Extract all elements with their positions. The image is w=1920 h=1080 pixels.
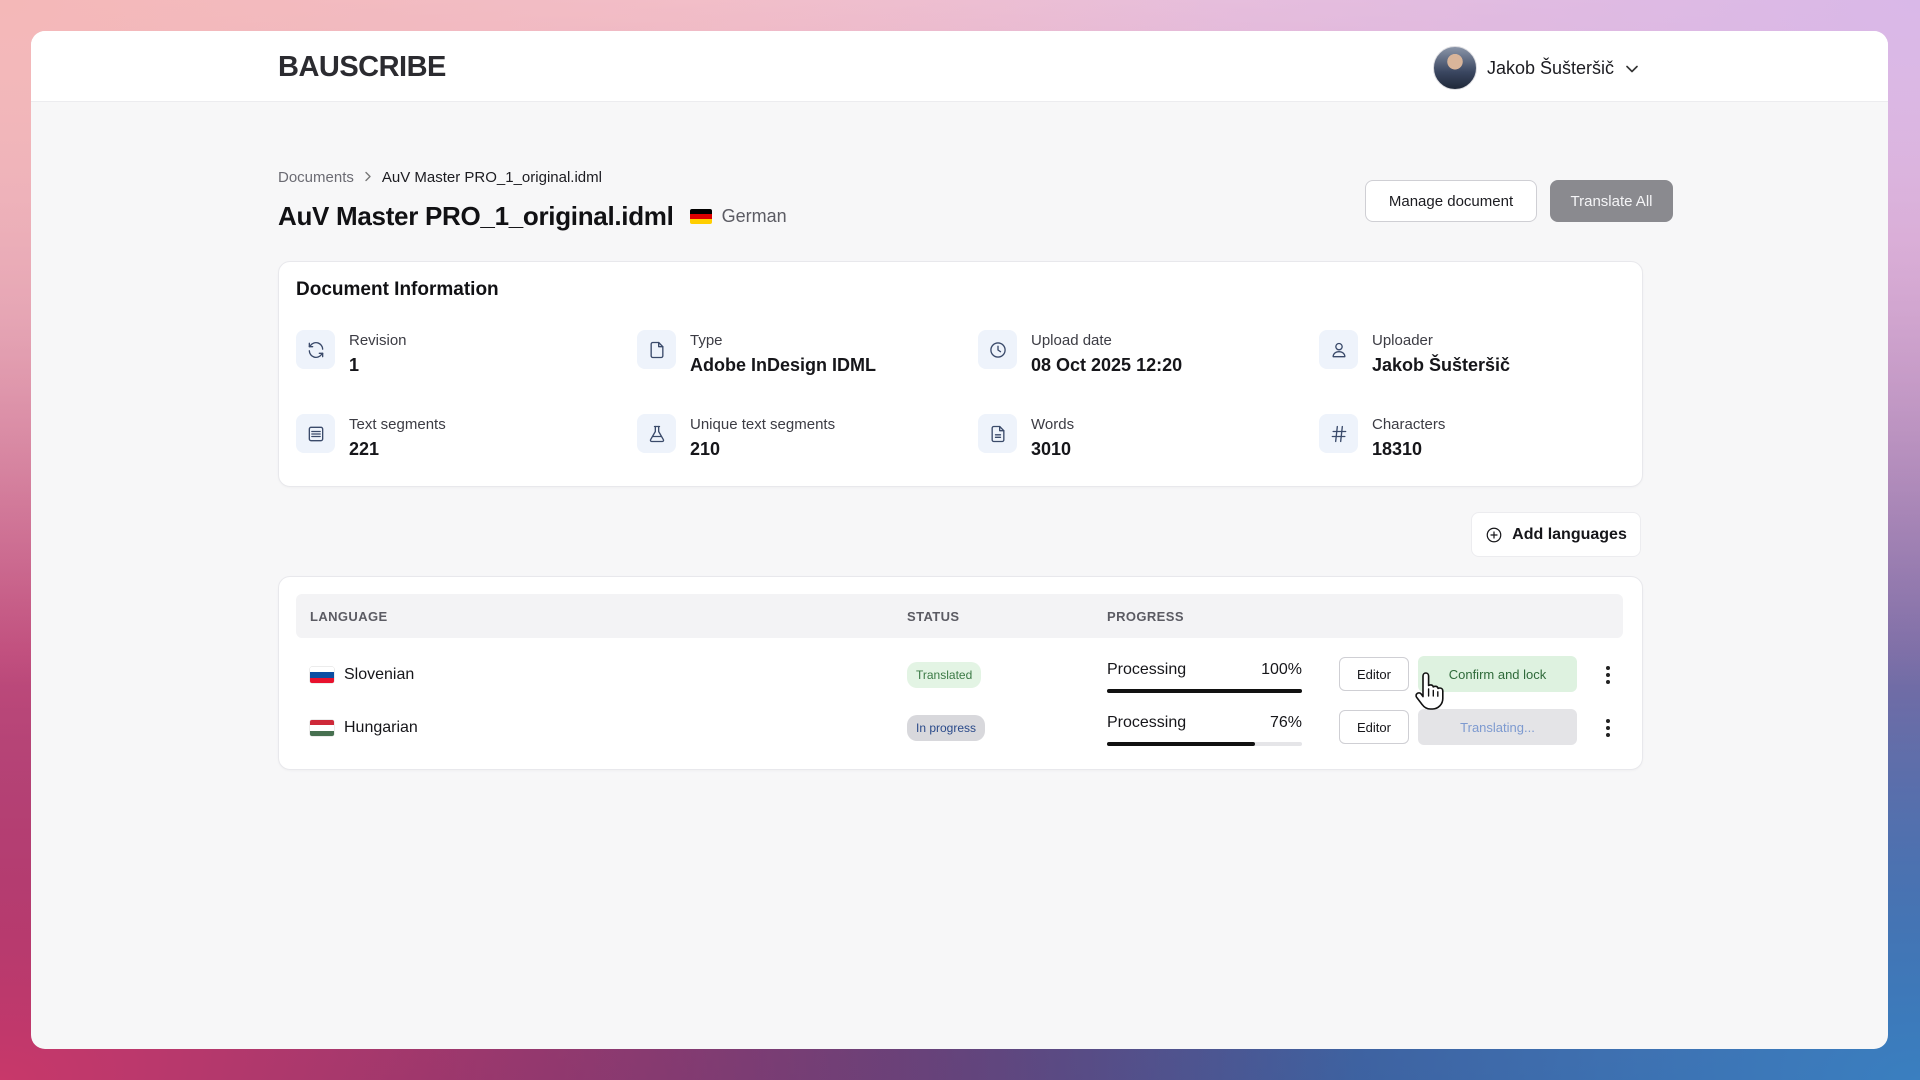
info-label: Words: [1031, 416, 1075, 433]
status-cell: Translated: [907, 655, 982, 695]
info-upload-date: Upload date 08 Oct 2025 12:20: [978, 330, 1319, 400]
editor-button[interactable]: Editor: [1339, 710, 1409, 744]
info-label: Type: [690, 332, 723, 349]
info-value: Jakob Šušteršič: [1372, 355, 1511, 375]
user-menu[interactable]: Jakob Šušteršič: [1432, 46, 1638, 90]
editor-button[interactable]: Editor: [1339, 657, 1409, 691]
info-characters: Characters 18310: [1319, 414, 1660, 484]
breadcrumb-documents-link[interactable]: Documents: [278, 169, 354, 186]
status-badge: In progress: [907, 715, 986, 741]
breadcrumb: Documents AuV Master PRO_1_original.idml: [278, 169, 602, 186]
progress-label: Processing: [1107, 714, 1187, 731]
info-type: Type Adobe InDesign IDML: [637, 330, 978, 400]
app-logo[interactable]: BAUSCRIBE: [278, 51, 446, 84]
chevron-down-icon: [1626, 60, 1638, 76]
document-information-card: Document Information Revision 1 Type Ado…: [278, 261, 1643, 487]
language-name: Slovenian: [344, 666, 415, 683]
more-options-icon[interactable]: [1598, 716, 1618, 740]
column-header-status: STATUS: [907, 609, 960, 624]
progress-percent: 100%: [1261, 661, 1302, 678]
add-languages-button[interactable]: Add languages: [1471, 512, 1641, 557]
progress-fill: [1107, 742, 1256, 746]
clock-icon: [978, 330, 1017, 369]
languages-table-card: LANGUAGE STATUS PROGRESS Slovenian Trans…: [278, 576, 1643, 770]
info-revision: Revision 1: [296, 330, 637, 400]
info-label: Revision: [349, 332, 407, 349]
column-header-language: LANGUAGE: [310, 609, 388, 624]
language-cell: Hungarian: [310, 708, 418, 748]
status-cell: In progress: [907, 708, 986, 748]
info-value: 08 Oct 2025 12:20: [1031, 355, 1183, 375]
flag-germany-icon: [689, 209, 712, 224]
info-value: 221: [349, 439, 380, 459]
info-label: Text segments: [349, 416, 446, 433]
info-value: 18310: [1372, 439, 1423, 459]
more-options-icon[interactable]: [1598, 663, 1618, 687]
flag-hungary-icon: [310, 720, 334, 736]
info-label: Upload date: [1031, 332, 1112, 349]
plus-circle-icon: [1486, 527, 1502, 542]
user-icon: [1319, 330, 1358, 369]
refresh-icon: [296, 330, 335, 369]
info-value: 1: [349, 355, 360, 375]
language-cell: Slovenian: [310, 655, 414, 695]
progress-cell: Processing 100%: [1107, 655, 1302, 695]
app-window: BAUSCRIBE Jakob Šušteršič Documents AuV …: [31, 31, 1888, 1049]
source-language: German: [721, 206, 787, 226]
user-name: Jakob Šušteršič: [1486, 57, 1614, 78]
hash-icon: [1319, 414, 1358, 453]
translate-all-button[interactable]: Translate All: [1550, 180, 1673, 222]
chevron-right-icon: [364, 171, 372, 185]
status-badge: Translated: [907, 662, 982, 688]
table-row: Hungarian In progress Processing 76% Edi…: [296, 708, 1623, 748]
avatar: [1432, 46, 1477, 90]
file-icon: [637, 330, 676, 369]
info-words: Words 3010: [978, 414, 1319, 484]
flag-slovenia-icon: [310, 667, 334, 683]
lines-icon: [296, 414, 335, 453]
info-value: Adobe InDesign IDML: [690, 355, 876, 375]
table-header: LANGUAGE STATUS PROGRESS: [296, 594, 1623, 638]
language-name: Hungarian: [344, 719, 418, 736]
info-label: Characters: [1372, 416, 1446, 433]
progress-fill: [1107, 689, 1302, 693]
progress-bar: [1107, 742, 1302, 746]
top-navigation-bar: BAUSCRIBE Jakob Šušteršič: [31, 31, 1888, 102]
breadcrumb-current: AuV Master PRO_1_original.idml: [381, 169, 602, 186]
manage-document-button[interactable]: Manage document: [1365, 180, 1537, 222]
add-languages-label: Add languages: [1512, 525, 1627, 543]
info-label: Uploader: [1372, 332, 1433, 349]
table-row: Slovenian Translated Processing 100% Edi…: [296, 655, 1623, 695]
info-label: Unique text segments: [690, 416, 836, 433]
progress-percent: 76%: [1269, 714, 1302, 731]
page-title: AuV Master PRO_1_original.idml: [278, 201, 674, 231]
info-value: 3010: [1031, 439, 1072, 459]
translating-status-button[interactable]: Translating...: [1418, 709, 1577, 745]
document-header: AuV Master PRO_1_original.idml German: [278, 201, 787, 232]
progress-label: Processing: [1107, 661, 1187, 678]
flask-icon: [637, 414, 676, 453]
confirm-and-lock-button[interactable]: Confirm and lock: [1418, 656, 1577, 692]
info-value: 210: [690, 439, 721, 459]
progress-bar: [1107, 689, 1302, 693]
info-text-segments: Text segments 221: [296, 414, 637, 484]
progress-cell: Processing 76%: [1107, 708, 1302, 748]
card-title: Document Information: [296, 279, 499, 300]
info-grid: Revision 1 Type Adobe InDesign IDML Uplo…: [296, 330, 1660, 484]
info-unique-text-segments: Unique text segments 210: [637, 414, 978, 484]
document-text-icon: [978, 414, 1017, 453]
column-header-progress: PROGRESS: [1107, 609, 1184, 624]
info-uploader: Uploader Jakob Šušteršič: [1319, 330, 1660, 400]
